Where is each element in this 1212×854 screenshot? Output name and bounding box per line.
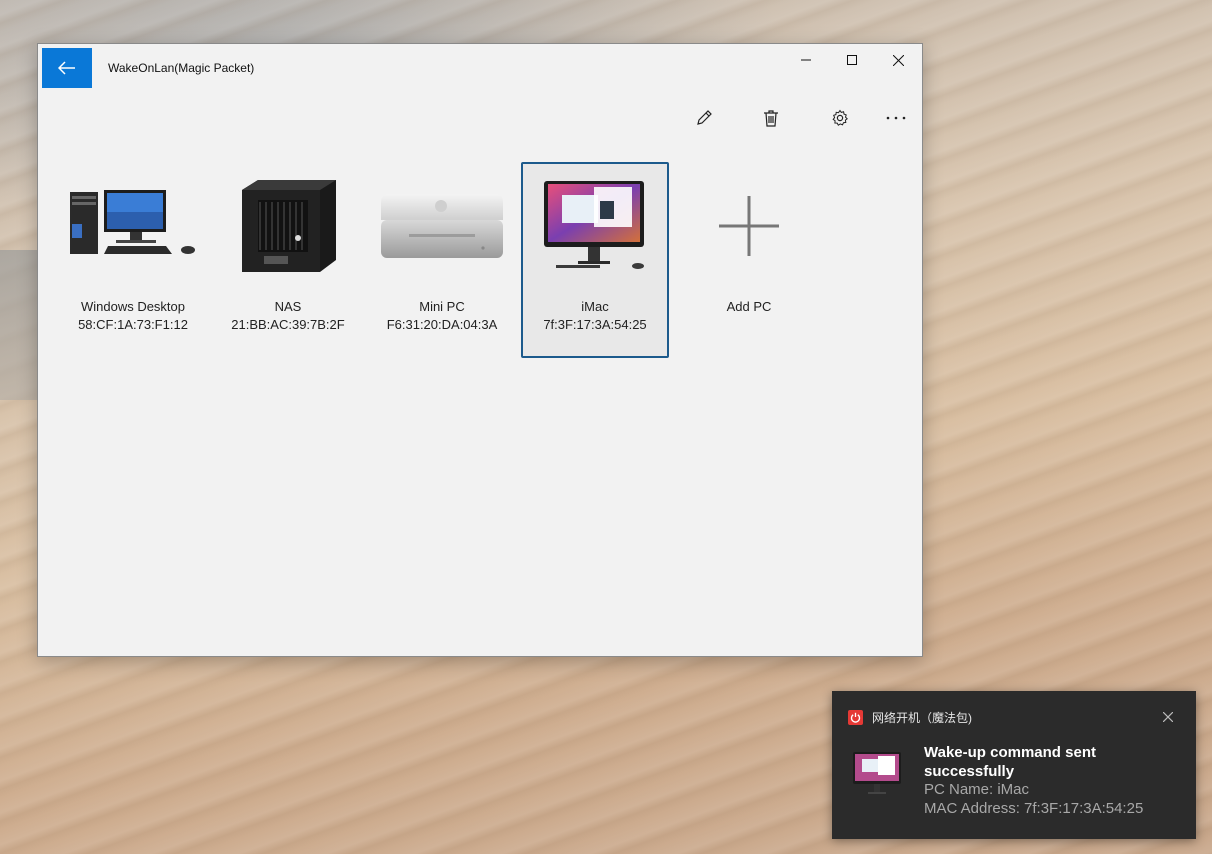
close-icon bbox=[1163, 712, 1173, 722]
device-mac: 7f:3F:17:3A:54:25 bbox=[543, 317, 647, 332]
toast-mac-address: MAC Address: 7f:3F:17:3A:54:25 bbox=[924, 800, 1144, 817]
edit-button[interactable] bbox=[686, 102, 722, 134]
more-button[interactable] bbox=[878, 102, 914, 134]
nas-icon bbox=[242, 180, 336, 272]
device-tile-windows-desktop[interactable]: Windows Desktop 58:CF:1A:73:F1:12 bbox=[59, 162, 207, 358]
maximize-button[interactable] bbox=[829, 44, 875, 76]
device-tile-mini-pc[interactable]: Mini PC F6:31:20:DA:04:3A bbox=[368, 162, 516, 358]
app-window: WakeOnLan(Magic Packet) Windows Desktop … bbox=[37, 43, 923, 657]
settings-button[interactable] bbox=[822, 102, 858, 134]
back-button[interactable] bbox=[42, 48, 92, 88]
minimize-icon bbox=[801, 59, 811, 61]
delete-button[interactable] bbox=[753, 102, 789, 134]
close-button[interactable] bbox=[875, 44, 921, 76]
device-tile-nas[interactable]: NAS 21:BB:AC:39:7B:2F bbox=[214, 162, 362, 358]
device-name: Windows Desktop bbox=[80, 299, 186, 314]
device-mac: 58:CF:1A:73:F1:12 bbox=[78, 317, 188, 332]
plus-icon bbox=[719, 196, 779, 256]
mini-pc-icon bbox=[381, 194, 503, 258]
toast-app-name: 网络开机（魔法包) bbox=[872, 711, 972, 725]
back-arrow-icon bbox=[58, 61, 75, 75]
trash-icon bbox=[764, 110, 778, 127]
device-mac: F6:31:20:DA:04:3A bbox=[386, 317, 498, 332]
device-mac: 21:BB:AC:39:7B:2F bbox=[231, 317, 345, 332]
window-title: WakeOnLan(Magic Packet) bbox=[108, 61, 255, 75]
maximize-icon bbox=[847, 55, 857, 65]
close-icon bbox=[892, 54, 904, 66]
toast-close-button[interactable] bbox=[1158, 707, 1178, 727]
pencil-icon bbox=[697, 110, 712, 125]
device-name: iMac bbox=[581, 299, 609, 314]
power-icon bbox=[848, 710, 863, 725]
device-name: Mini PC bbox=[419, 299, 465, 314]
imac-thumbnail-icon bbox=[853, 752, 901, 794]
minimize-button[interactable] bbox=[783, 44, 829, 76]
notification-toast[interactable]: 网络开机（魔法包) Wake-up command sent successfu… bbox=[832, 691, 1196, 839]
toast-heading: Wake-up command sent successfully bbox=[924, 744, 1096, 780]
gear-icon bbox=[832, 109, 848, 126]
device-name: NAS bbox=[274, 299, 302, 314]
add-pc-label: Add PC bbox=[726, 299, 772, 314]
device-tile-imac[interactable]: iMac 7f:3F:17:3A:54:25 bbox=[521, 162, 669, 358]
more-icon bbox=[886, 116, 906, 120]
desktop-pc-icon bbox=[70, 190, 195, 254]
add-pc-tile[interactable]: Add PC bbox=[675, 162, 823, 358]
toast-pc-name: PC Name: iMac bbox=[924, 781, 1030, 798]
imac-icon bbox=[544, 181, 644, 269]
